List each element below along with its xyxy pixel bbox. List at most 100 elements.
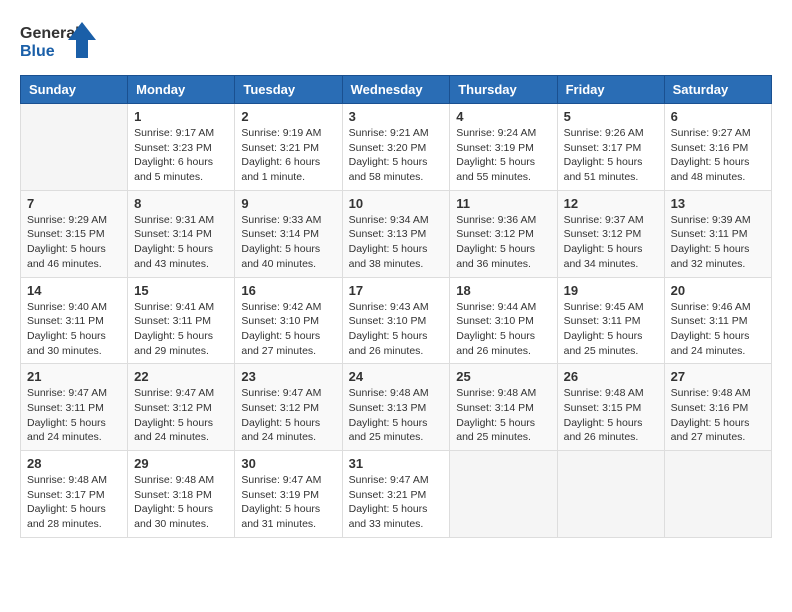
weekday-header: Thursday <box>450 76 557 104</box>
calendar-cell: 22Sunrise: 9:47 AM Sunset: 3:12 PM Dayli… <box>128 364 235 451</box>
day-number: 10 <box>349 196 444 211</box>
weekday-header: Friday <box>557 76 664 104</box>
calendar-cell: 3 Sunrise: 9:21 AM Sunset: 3:20 PM Daylig… <box>342 104 450 191</box>
day-number: 17 <box>349 283 444 298</box>
day-number: 23 <box>241 369 335 384</box>
calendar-cell: 24 Sunrise: 9:48 AM Sunset: 3:13 PM Dayli… <box>342 364 450 451</box>
week-row: 7 Sunrise: 9:29 AM Sunset: 3:15 PM Daylig… <box>21 190 772 277</box>
calendar-cell: 21 Sunrise: 9:47 AM Sunset: 3:11 PM Dayli… <box>21 364 128 451</box>
day-info: Sunrise: 9:47 AM Sunset: 3:19 PM Dayligh… <box>241 473 335 532</box>
day-number: 27 <box>671 369 765 384</box>
day-info: Sunrise: 9:31 AM Sunset: 3:14 PM Dayligh… <box>134 213 228 272</box>
day-info: Sunrise: 9:17 AM Sunset: 3:23 PM Dayligh… <box>134 126 228 185</box>
day-number: 9 <box>241 196 335 211</box>
day-info: Sunrise: 9:48 AM Sunset: 3:16 PM Dayligh… <box>671 386 765 445</box>
day-info: Sunrise: 9:34 AM Sunset: 3:13 PM Dayligh… <box>349 213 444 272</box>
day-info: Sunrise: 9:42 AM Sunset: 3:10 PM Dayligh… <box>241 300 335 359</box>
calendar-cell: 10 Sunrise: 9:34 AM Sunset: 3:13 PM Dayli… <box>342 190 450 277</box>
day-info: Sunrise: 9:48 AM Sunset: 3:13 PM Dayligh… <box>349 386 444 445</box>
day-number: 31 <box>349 456 444 471</box>
day-number: 28 <box>27 456 121 471</box>
day-info: Sunrise: 9:27 AM Sunset: 3:16 PM Dayligh… <box>671 126 765 185</box>
calendar-cell: 6 Sunrise: 9:27 AM Sunset: 3:16 PM Daylig… <box>664 104 771 191</box>
calendar-cell <box>450 451 557 538</box>
calendar-cell: 16 Sunrise: 9:42 AM Sunset: 3:10 PM Dayli… <box>235 277 342 364</box>
calendar-cell: 29 Sunrise: 9:48 AM Sunset: 3:18 PM Dayli… <box>128 451 235 538</box>
day-info: Sunrise: 9:29 AM Sunset: 3:15 PM Dayligh… <box>27 213 121 272</box>
calendar-cell: 12Sunrise: 9:37 AM Sunset: 3:12 PM Dayli… <box>557 190 664 277</box>
day-info: Sunrise: 9:47 AM Sunset: 3:12 PM Dayligh… <box>241 386 335 445</box>
day-info: Sunrise: 9:48 AM Sunset: 3:15 PM Dayligh… <box>564 386 658 445</box>
calendar-cell: 30 Sunrise: 9:47 AM Sunset: 3:19 PM Dayli… <box>235 451 342 538</box>
week-row: 28 Sunrise: 9:48 AM Sunset: 3:17 PM Dayli… <box>21 451 772 538</box>
day-number: 21 <box>27 369 121 384</box>
calendar-cell: 5 Sunrise: 9:26 AM Sunset: 3:17 PM Daylig… <box>557 104 664 191</box>
day-info: Sunrise: 9:45 AM Sunset: 3:11 PM Dayligh… <box>564 300 658 359</box>
weekday-header: Monday <box>128 76 235 104</box>
calendar-cell: 27 Sunrise: 9:48 AM Sunset: 3:16 PM Dayli… <box>664 364 771 451</box>
day-info: Sunrise: 9:26 AM Sunset: 3:17 PM Dayligh… <box>564 126 658 185</box>
calendar-cell: 23 Sunrise: 9:47 AM Sunset: 3:12 PM Dayli… <box>235 364 342 451</box>
day-number: 1 <box>134 109 228 124</box>
calendar-cell: 8 Sunrise: 9:31 AM Sunset: 3:14 PM Daylig… <box>128 190 235 277</box>
calendar-cell: 2 Sunrise: 9:19 AM Sunset: 3:21 PM Daylig… <box>235 104 342 191</box>
day-number: 6 <box>671 109 765 124</box>
calendar-cell: 9 Sunrise: 9:33 AM Sunset: 3:14 PM Daylig… <box>235 190 342 277</box>
calendar-cell <box>21 104 128 191</box>
weekday-header: Saturday <box>664 76 771 104</box>
day-number: 4 <box>456 109 550 124</box>
day-number: 8 <box>134 196 228 211</box>
calendar-cell: 25Sunrise: 9:48 AM Sunset: 3:14 PM Dayli… <box>450 364 557 451</box>
day-number: 25 <box>456 369 550 384</box>
day-info: Sunrise: 9:47 AM Sunset: 3:12 PM Dayligh… <box>134 386 228 445</box>
day-number: 15 <box>134 283 228 298</box>
day-number: 7 <box>27 196 121 211</box>
calendar-table: SundayMondayTuesdayWednesdayThursdayFrid… <box>20 75 772 538</box>
day-number: 5 <box>564 109 658 124</box>
week-row: 14 Sunrise: 9:40 AM Sunset: 3:11 PM Dayli… <box>21 277 772 364</box>
calendar-cell <box>557 451 664 538</box>
week-row: 21 Sunrise: 9:47 AM Sunset: 3:11 PM Dayli… <box>21 364 772 451</box>
day-info: Sunrise: 9:19 AM Sunset: 3:21 PM Dayligh… <box>241 126 335 185</box>
day-info: Sunrise: 9:33 AM Sunset: 3:14 PM Dayligh… <box>241 213 335 272</box>
day-number: 16 <box>241 283 335 298</box>
day-info: Sunrise: 9:24 AM Sunset: 3:19 PM Dayligh… <box>456 126 550 185</box>
calendar-cell: 13Sunrise: 9:39 AM Sunset: 3:11 PM Dayli… <box>664 190 771 277</box>
week-row: 1 Sunrise: 9:17 AM Sunset: 3:23 PM Daylig… <box>21 104 772 191</box>
day-number: 30 <box>241 456 335 471</box>
day-info: Sunrise: 9:40 AM Sunset: 3:11 PM Dayligh… <box>27 300 121 359</box>
logo: GeneralBlue <box>20 20 100 65</box>
day-info: Sunrise: 9:44 AM Sunset: 3:10 PM Dayligh… <box>456 300 550 359</box>
weekday-header: Sunday <box>21 76 128 104</box>
day-info: Sunrise: 9:46 AM Sunset: 3:11 PM Dayligh… <box>671 300 765 359</box>
day-info: Sunrise: 9:47 AM Sunset: 3:21 PM Dayligh… <box>349 473 444 532</box>
page-header: GeneralBlue <box>20 20 772 65</box>
day-number: 14 <box>27 283 121 298</box>
day-info: Sunrise: 9:41 AM Sunset: 3:11 PM Dayligh… <box>134 300 228 359</box>
day-number: 3 <box>349 109 444 124</box>
day-info: Sunrise: 9:48 AM Sunset: 3:18 PM Dayligh… <box>134 473 228 532</box>
day-number: 24 <box>349 369 444 384</box>
calendar-cell: 15 Sunrise: 9:41 AM Sunset: 3:11 PM Dayli… <box>128 277 235 364</box>
calendar-cell: 28 Sunrise: 9:48 AM Sunset: 3:17 PM Dayli… <box>21 451 128 538</box>
day-number: 20 <box>671 283 765 298</box>
day-info: Sunrise: 9:21 AM Sunset: 3:20 PM Dayligh… <box>349 126 444 185</box>
day-number: 2 <box>241 109 335 124</box>
day-info: Sunrise: 9:48 AM Sunset: 3:17 PM Dayligh… <box>27 473 121 532</box>
calendar-cell: 20 Sunrise: 9:46 AM Sunset: 3:11 PM Dayli… <box>664 277 771 364</box>
day-number: 11 <box>456 196 550 211</box>
calendar-cell: 4 Sunrise: 9:24 AM Sunset: 3:19 PM Daylig… <box>450 104 557 191</box>
day-info: Sunrise: 9:47 AM Sunset: 3:11 PM Dayligh… <box>27 386 121 445</box>
day-info: Sunrise: 9:39 AM Sunset: 3:11 PM Dayligh… <box>671 213 765 272</box>
day-number: 26 <box>564 369 658 384</box>
logo-icon: GeneralBlue <box>20 20 100 65</box>
calendar-cell: 17 Sunrise: 9:43 AM Sunset: 3:10 PM Dayli… <box>342 277 450 364</box>
day-number: 29 <box>134 456 228 471</box>
calendar-cell: 18 Sunrise: 9:44 AM Sunset: 3:10 PM Dayli… <box>450 277 557 364</box>
day-number: 18 <box>456 283 550 298</box>
day-info: Sunrise: 9:43 AM Sunset: 3:10 PM Dayligh… <box>349 300 444 359</box>
weekday-header: Tuesday <box>235 76 342 104</box>
day-info: Sunrise: 9:37 AM Sunset: 3:12 PM Dayligh… <box>564 213 658 272</box>
weekday-header: Wednesday <box>342 76 450 104</box>
calendar-cell <box>664 451 771 538</box>
